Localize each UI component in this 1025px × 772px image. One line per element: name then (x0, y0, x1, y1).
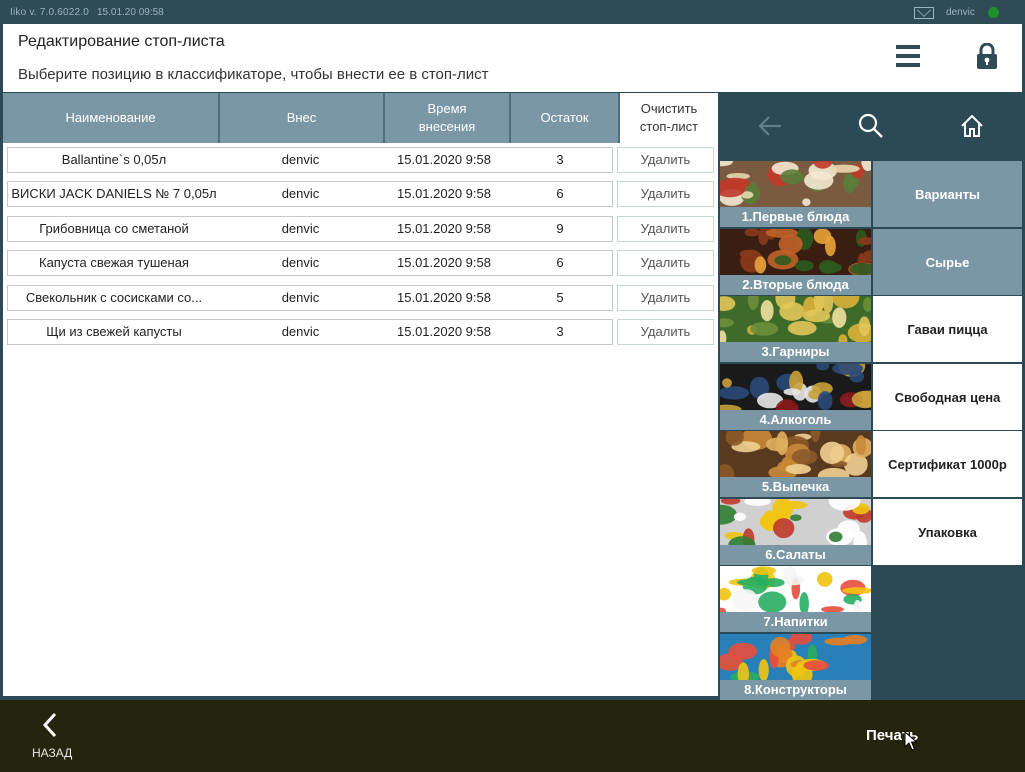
category-label: 1.Первые блюда (720, 207, 871, 227)
cell-name: ВИСКИ JACK DANIELS № 7 0,05л (11, 186, 217, 201)
cell-name: Ballantine`s 0,05л (61, 152, 167, 167)
app-datetime: 15.01.20 09:58 (97, 7, 164, 18)
clear-stop-list-label: Очистить стоп-лист (639, 101, 699, 134)
delete-button[interactable]: Удалить (617, 181, 714, 207)
clear-stop-list-button[interactable]: Очистить стоп-лист (620, 93, 718, 143)
category-tile[interactable]: 8.Конструкторы (720, 634, 871, 700)
delete-button[interactable]: Удалить (617, 216, 714, 242)
cell-name: Капуста свежая тушеная (39, 255, 189, 270)
column-header-by: Внес (220, 93, 385, 143)
category-label: 2.Вторые блюда (720, 275, 871, 295)
table-row[interactable]: Грибовница со сметаной denvic 15.01.2020 9… (7, 216, 613, 242)
online-status-icon (988, 7, 999, 18)
cell-rest: 6 (556, 255, 564, 270)
current-user: denvic (946, 7, 975, 18)
category-tile[interactable]: 2.Вторые блюда (720, 229, 871, 295)
title-bar: Iiko v. 7.0.6022.0 15.01.20 09:58 denvic (0, 0, 1025, 24)
column-header-rest: Остаток (511, 93, 620, 143)
category-label: 7.Напитки (720, 612, 871, 632)
delete-button[interactable]: Удалить (617, 319, 714, 345)
category-tile[interactable]: 5.Выпечка (720, 431, 871, 497)
table-header: Наименование Внес Время внесения Остаток… (3, 93, 718, 143)
column-header-time-label: Время внесения (418, 101, 476, 134)
mouse-cursor-icon (904, 731, 918, 751)
page-header: Редактирование стоп-листа Выберите позиц… (3, 24, 1022, 92)
table-row[interactable]: Ballantine`s 0,05л denvic 15.01.2020 9:58 3 (7, 147, 613, 173)
category-image (720, 296, 871, 342)
category-tile[interactable]: 6.Салаты (720, 499, 871, 565)
column-header-time: Время внесения (385, 93, 511, 143)
product-tile[interactable]: Варианты (873, 161, 1022, 227)
app-version: Iiko v. 7.0.6022.0 (10, 7, 90, 18)
category-label: 6.Салаты (720, 545, 871, 565)
table-row[interactable]: Капуста свежая тушеная denvic 15.01.2020 9… (7, 250, 613, 276)
category-label: 4.Алкоголь (720, 410, 871, 430)
cell-by: denvic (281, 255, 320, 270)
cell-time: 15.01.2020 9:58 (397, 152, 491, 167)
cell-by: denvic (281, 290, 320, 305)
classifier-nav (720, 93, 1022, 159)
stop-list-editor: Iiko v. 7.0.6022.0 15.01.20 09:58 denvic… (0, 0, 1025, 772)
table-row[interactable]: ВИСКИ JACK DANIELS № 7 0,05л denvic 15.01.… (7, 181, 613, 207)
category-tile[interactable]: 1.Первые блюда (720, 161, 871, 227)
stop-list-table: Ballantine`s 0,05л denvic 15.01.2020 9:58 3… (3, 143, 718, 696)
category-image (720, 499, 871, 545)
cell-by: denvic (281, 221, 320, 236)
back-button-label: НАЗАД (32, 746, 73, 760)
page-title: Редактирование стоп-листа (18, 33, 225, 50)
product-tile[interactable]: Сертификат 1000р (873, 431, 1022, 497)
cell-name: Грибовница со сметаной (39, 221, 189, 236)
product-tile[interactable]: Упаковка (873, 499, 1022, 565)
delete-button[interactable]: Удалить (617, 285, 714, 311)
table-row[interactable]: Щи из свежей капусты denvic 15.01.2020 9:5… (7, 319, 613, 345)
cell-name: Щи из свежей капусты (46, 324, 182, 339)
delete-button[interactable]: Удалить (617, 147, 714, 173)
category-image (720, 566, 871, 612)
category-image (720, 364, 871, 410)
cell-rest: 3 (556, 152, 564, 167)
mail-icon[interactable] (914, 7, 934, 19)
cell-rest: 5 (556, 290, 564, 305)
chevron-left-icon (42, 712, 57, 738)
category-label: 3.Гарниры (720, 342, 871, 362)
footer-bar: НАЗАД Печать (0, 700, 1025, 772)
search-icon[interactable] (821, 93, 921, 159)
cell-time: 15.01.2020 9:58 (397, 255, 491, 270)
cell-by: denvic (281, 324, 320, 339)
category-image (720, 431, 871, 477)
cell-time: 15.01.2020 9:58 (397, 324, 491, 339)
cell-rest: 6 (556, 186, 564, 201)
menu-icon[interactable] (896, 45, 920, 67)
category-image (720, 634, 871, 680)
product-tile[interactable]: Сырье (873, 229, 1022, 295)
lock-icon[interactable] (976, 42, 997, 69)
category-label: 8.Конструкторы (720, 680, 871, 700)
cell-time: 15.01.2020 9:58 (397, 186, 491, 201)
category-tile[interactable]: 3.Гарниры (720, 296, 871, 362)
product-tile[interactable]: Свободная цена (873, 364, 1022, 430)
delete-button[interactable]: Удалить (617, 250, 714, 276)
cell-by: denvic (281, 186, 320, 201)
column-header-name: Наименование (3, 93, 220, 143)
back-button[interactable]: НАЗАД (30, 710, 75, 764)
table-row[interactable]: Свекольник с сосисками со... denvic 15.01.… (7, 285, 613, 311)
category-label: 5.Выпечка (720, 477, 871, 497)
category-tile[interactable]: 4.Алкоголь (720, 364, 871, 430)
cell-time: 15.01.2020 9:58 (397, 290, 491, 305)
category-image (720, 161, 871, 207)
product-tile[interactable]: Гаваи пицца (873, 296, 1022, 362)
category-image (720, 229, 871, 275)
home-icon[interactable] (922, 93, 1022, 159)
cell-rest: 3 (556, 324, 564, 339)
cell-by: denvic (281, 152, 320, 167)
cell-name: Свекольник с сосисками со... (25, 290, 203, 305)
category-tile[interactable]: 7.Напитки (720, 566, 871, 632)
cell-time: 15.01.2020 9:58 (397, 221, 491, 236)
arrow-left-icon[interactable] (720, 93, 820, 159)
page-subtitle: Выберите позицию в классификаторе, чтобы… (18, 66, 489, 83)
cell-rest: 9 (556, 221, 564, 236)
